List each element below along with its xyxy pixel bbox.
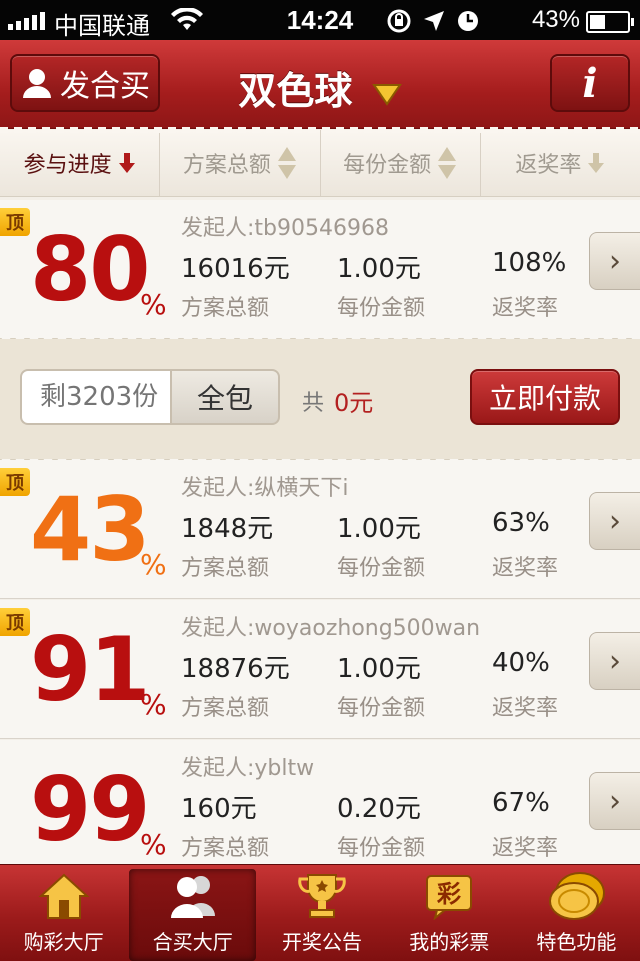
progress-percentage: 43 bbox=[30, 478, 150, 581]
battery-icon bbox=[586, 11, 634, 33]
progress-percentage: 91 bbox=[30, 618, 150, 721]
tab-group-buy-hall[interactable]: 合买大厅 bbox=[129, 869, 257, 961]
sort-up-down-icon bbox=[277, 147, 296, 179]
plan-total-value: 16016元 bbox=[181, 254, 290, 284]
tab-my-tickets[interactable]: 彩 我的彩票 bbox=[386, 865, 513, 961]
return-rate-label: 返奖率 bbox=[492, 696, 559, 721]
tab-bar: 购彩大厅 合买大厅 开奖公告 彩 我的彩票 特色功能 bbox=[0, 864, 640, 961]
return-rate-label: 返奖率 bbox=[492, 836, 559, 861]
percent-sign: % bbox=[140, 828, 167, 861]
plan-total-label: 方案总额 bbox=[181, 836, 270, 861]
plan-total-value: 160元 bbox=[181, 794, 257, 824]
initiator-name: 发起人:纵横天下i bbox=[181, 476, 349, 501]
info-icon: i bbox=[582, 59, 598, 107]
plan-row[interactable]: 顶 80 % 发起人:tb90546968 16016元 1.00元 108% … bbox=[0, 200, 640, 339]
plan-detail-button[interactable]: › bbox=[589, 492, 640, 550]
svg-text:彩: 彩 bbox=[436, 880, 461, 908]
dropdown-triangle-icon bbox=[371, 83, 402, 106]
per-share-label: 每份金额 bbox=[337, 696, 426, 721]
return-rate-value: 67% bbox=[492, 788, 550, 818]
pay-now-button[interactable]: 立即付款 bbox=[470, 369, 620, 425]
return-rate-label: 返奖率 bbox=[492, 296, 559, 321]
progress-percentage: 80 bbox=[30, 218, 150, 321]
plan-row[interactable]: 99 % 发起人:ybltw 160元 0.20元 67% 方案总额 每份金额 … bbox=[0, 740, 640, 864]
lottery-type-selector[interactable]: 双色球 bbox=[0, 60, 640, 115]
plan-total-label: 方案总额 bbox=[181, 556, 270, 581]
percent-sign: % bbox=[140, 288, 167, 321]
info-button[interactable]: i bbox=[550, 54, 630, 112]
percent-sign: % bbox=[140, 688, 167, 721]
pinned-badge: 顶 bbox=[0, 208, 30, 236]
plan-detail-button[interactable]: › bbox=[589, 772, 640, 830]
tab-lottery-hall[interactable]: 购彩大厅 bbox=[0, 865, 127, 961]
return-rate-label: 返奖率 bbox=[492, 556, 559, 581]
initiator-name: 发起人:tb90546968 bbox=[181, 216, 389, 241]
chevron-right-icon: › bbox=[609, 643, 621, 679]
per-share-label: 每份金额 bbox=[337, 296, 426, 321]
lottery-ticket-icon: 彩 bbox=[419, 870, 479, 922]
sort-up-down-icon bbox=[438, 147, 457, 179]
chevron-right-icon: › bbox=[609, 783, 621, 819]
sort-down-arrow-icon bbox=[118, 153, 135, 173]
plan-total-label: 方案总额 bbox=[181, 696, 270, 721]
sort-by-progress[interactable]: 参与进度 bbox=[0, 130, 161, 196]
trophy-icon bbox=[292, 870, 352, 922]
page-title: 双色球 bbox=[238, 69, 353, 113]
buy-all-button[interactable]: 全包 bbox=[170, 369, 280, 425]
gold-coin-icon bbox=[546, 870, 606, 922]
progress-percentage: 99 bbox=[30, 758, 150, 861]
total-prefix-label: 共 bbox=[302, 391, 325, 416]
sort-by-return-rate[interactable]: 返奖率 bbox=[481, 130, 640, 196]
plan-detail-button[interactable]: › bbox=[589, 632, 640, 690]
pinned-badge: 顶 bbox=[0, 468, 30, 496]
plan-detail-button[interactable]: › bbox=[589, 232, 640, 290]
plan-total-label: 方案总额 bbox=[181, 296, 270, 321]
tab-special-features[interactable]: 特色功能 bbox=[513, 865, 640, 961]
total-amount: 0元 bbox=[334, 389, 374, 417]
plan-total-value: 18876元 bbox=[181, 654, 290, 684]
per-share-value: 1.00元 bbox=[337, 254, 421, 284]
per-share-label: 每份金额 bbox=[337, 836, 426, 861]
navigation-bar: 发合买 双色球 i bbox=[0, 40, 640, 129]
per-share-value: 1.00元 bbox=[337, 514, 421, 544]
return-rate-value: 63% bbox=[492, 508, 550, 538]
sort-down-arrow-icon bbox=[588, 153, 605, 173]
purchase-panel: 全包 共 0元 立即付款 bbox=[0, 333, 640, 460]
chevron-right-icon: › bbox=[609, 243, 621, 279]
alarm-clock-icon bbox=[458, 11, 478, 31]
chevron-right-icon: › bbox=[609, 503, 621, 539]
sort-by-total[interactable]: 方案总额 bbox=[160, 130, 321, 196]
plan-row[interactable]: 顶 43 % 发起人:纵横天下i 1848元 1.00元 63% 方案总额 每份… bbox=[0, 460, 640, 599]
percent-sign: % bbox=[140, 548, 167, 581]
status-bar: 中国联通 14:24 43% bbox=[0, 0, 640, 40]
location-arrow-icon bbox=[424, 11, 444, 31]
battery-percentage: 43% bbox=[531, 6, 580, 33]
plan-total-value: 1848元 bbox=[181, 514, 274, 544]
plan-row[interactable]: 顶 91 % 发起人:woyaozhong500wan 18876元 1.00元… bbox=[0, 600, 640, 739]
rotation-lock-icon bbox=[387, 9, 411, 33]
initiator-name: 发起人:woyaozhong500wan bbox=[181, 616, 481, 641]
initiator-name: 发起人:ybltw bbox=[181, 756, 315, 781]
per-share-value: 1.00元 bbox=[337, 654, 421, 684]
per-share-value: 0.20元 bbox=[337, 794, 421, 824]
return-rate-value: 108% bbox=[492, 248, 567, 278]
sort-by-per-share[interactable]: 每份金额 bbox=[321, 130, 481, 196]
tab-draw-results[interactable]: 开奖公告 bbox=[258, 865, 385, 961]
pinned-badge: 顶 bbox=[0, 608, 30, 636]
per-share-label: 每份金额 bbox=[337, 556, 426, 581]
share-quantity-input[interactable] bbox=[20, 369, 170, 425]
sort-bar: 参与进度 方案总额 每份金额 返奖率 bbox=[0, 127, 640, 197]
return-rate-value: 40% bbox=[492, 648, 550, 678]
group-users-icon bbox=[163, 870, 223, 922]
house-icon bbox=[34, 870, 94, 922]
